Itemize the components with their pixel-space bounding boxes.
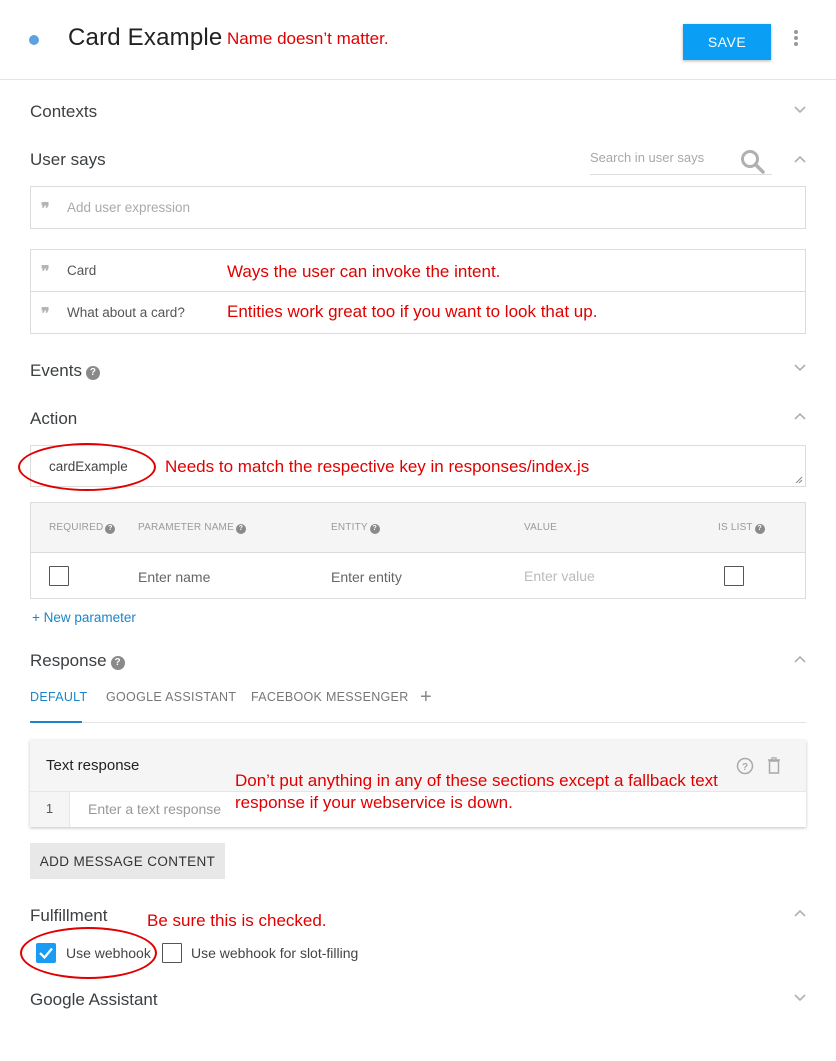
active-tab-indicator: [30, 721, 82, 723]
annotation-entities: Entities work great too if you want to l…: [227, 302, 598, 321]
intent-header: Card Example Name doesn’t matter. SAVE: [0, 0, 836, 80]
parameter-name-input[interactable]: Enter name: [138, 569, 210, 585]
add-expression-box[interactable]: ❞ Add user expression: [30, 186, 806, 229]
annotation-response-line1: Don’t put anything in any of these secti…: [235, 771, 718, 790]
help-icon[interactable]: ?: [110, 656, 125, 670]
help-icon: ?: [369, 524, 380, 534]
action-title[interactable]: Action: [30, 409, 77, 429]
new-parameter-link[interactable]: + New parameter: [32, 610, 136, 625]
tab-google-assistant[interactable]: GOOGLE ASSISTANT: [106, 690, 236, 704]
help-circle-icon[interactable]: ?: [736, 757, 754, 775]
annotation-name: Name doesn’t matter.: [227, 29, 389, 48]
column-header: REQUIRED?: [49, 522, 116, 534]
chevron-up-icon[interactable]: [793, 412, 807, 422]
annotation-circle-webhook: [20, 927, 157, 979]
add-tab-icon[interactable]: +: [420, 686, 432, 709]
required-checkbox[interactable]: [49, 566, 69, 586]
intent-name-field[interactable]: Card Example: [68, 24, 222, 52]
help-icon[interactable]: ?: [85, 366, 100, 380]
value-input[interactable]: Enter value: [524, 568, 595, 584]
tab-default[interactable]: DEFAULT: [30, 690, 87, 704]
google-assistant-title[interactable]: Google Assistant: [30, 990, 158, 1010]
chevron-up-icon[interactable]: [793, 909, 807, 919]
slot-filling-label[interactable]: Use webhook for slot-filling: [191, 945, 358, 961]
tabs-divider: [30, 722, 806, 723]
events-label: Events: [30, 361, 82, 380]
quote-icon: ❞: [41, 264, 50, 281]
chevron-down-icon[interactable]: [793, 993, 807, 1003]
add-message-content-button[interactable]: ADD MESSAGE CONTENT: [30, 843, 225, 879]
row-number: 1: [30, 792, 70, 827]
expression-text[interactable]: Card: [67, 263, 96, 278]
expression-text[interactable]: What about a card?: [67, 305, 185, 320]
status-dot: [29, 35, 39, 45]
add-expression-placeholder: Add user expression: [67, 200, 191, 215]
slot-filling-checkbox[interactable]: [162, 943, 182, 963]
fulfillment-title[interactable]: Fulfillment: [30, 906, 107, 926]
help-icon: ?: [235, 524, 246, 534]
search-input[interactable]: [590, 150, 730, 165]
events-title[interactable]: Events?: [30, 361, 100, 381]
contexts-title[interactable]: Contexts: [30, 102, 97, 122]
response-label: Response: [30, 651, 107, 670]
column-header: VALUE: [524, 522, 558, 533]
annotation-circle-action: [18, 443, 156, 491]
chevron-up-icon[interactable]: [793, 155, 807, 165]
annotation-action: Needs to match the respective key in res…: [165, 457, 590, 476]
is-list-checkbox[interactable]: [724, 566, 744, 586]
search-icon[interactable]: [740, 149, 766, 180]
column-header: IS LIST?: [718, 522, 765, 534]
chevron-down-icon[interactable]: [793, 363, 807, 373]
tab-facebook-messenger[interactable]: FACEBOOK MESSENGER: [251, 690, 409, 704]
annotation-user-says: Ways the user can invoke the intent.: [227, 262, 501, 281]
search-user-says: [590, 148, 772, 175]
text-response-title: Text response: [46, 757, 140, 774]
parameters-table: REQUIRED? PARAMETER NAME? ENTITY? VALUE …: [30, 502, 806, 599]
help-icon: ?: [754, 524, 765, 534]
more-vert-icon[interactable]: [790, 30, 802, 50]
annotation-response-line2: response if your webservice is down.: [235, 793, 513, 812]
resize-handle-icon[interactable]: [795, 476, 803, 484]
column-header: ENTITY?: [331, 522, 380, 534]
quote-icon: ❞: [41, 201, 50, 218]
help-icon: ?: [105, 524, 116, 534]
response-title[interactable]: Response?: [30, 651, 125, 671]
entity-input[interactable]: Enter entity: [331, 569, 402, 585]
chevron-up-icon[interactable]: [793, 655, 807, 665]
quote-icon: ❞: [41, 306, 50, 323]
text-response-input[interactable]: Enter a text response: [88, 801, 221, 817]
parameters-header-row: REQUIRED? PARAMETER NAME? ENTITY? VALUE …: [31, 503, 805, 553]
save-button[interactable]: SAVE: [683, 24, 771, 60]
trash-icon[interactable]: [767, 757, 781, 774]
annotation-fulfillment: Be sure this is checked.: [147, 911, 327, 930]
svg-text:?: ?: [742, 762, 748, 773]
user-says-title[interactable]: User says: [30, 150, 106, 170]
chevron-down-icon[interactable]: [793, 105, 807, 115]
column-header: PARAMETER NAME?: [138, 522, 246, 534]
